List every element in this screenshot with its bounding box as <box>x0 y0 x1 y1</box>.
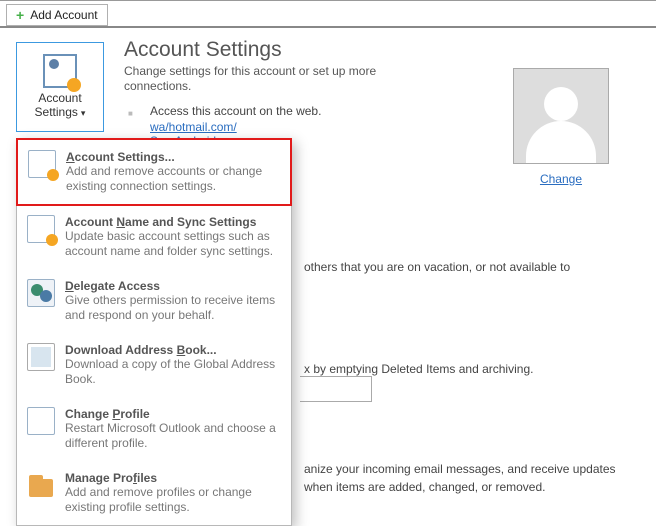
delegate-access-icon <box>27 279 55 307</box>
change-avatar-link[interactable]: Change <box>540 172 582 186</box>
menu-item-title: Manage Profiles <box>65 471 281 485</box>
menu-item-title: Download Address Book... <box>65 343 281 357</box>
section-subtitle: Change settings for this account or set … <box>124 64 424 94</box>
menu-manage-profiles[interactable]: Manage Profiles Add and remove profiles … <box>17 461 291 525</box>
menu-account-settings[interactable]: Account Settings... Add and remove accou… <box>16 138 292 206</box>
account-settings-dropdown: Account Settings... Add and remove accou… <box>16 138 292 526</box>
mailbox-size-box-fragment <box>300 376 372 402</box>
account-avatar <box>513 68 609 164</box>
address-book-icon <box>27 343 55 371</box>
menu-account-name-sync[interactable]: Account Name and Sync Settings Update ba… <box>17 205 291 269</box>
person-silhouette-icon <box>526 83 596 163</box>
plus-icon: + <box>16 7 24 23</box>
menu-item-title: Account Settings... <box>66 150 280 164</box>
menu-item-desc: Download a copy of the Global Address Bo… <box>65 357 281 387</box>
auto-reply-fragment: others that you are on vacation, or not … <box>304 258 570 276</box>
rules-fragment: anize your incoming email messages, and … <box>304 460 644 496</box>
menu-item-desc: Give others permission to receive items … <box>65 293 281 323</box>
add-account-label: Add Account <box>30 8 97 22</box>
menu-change-profile[interactable]: Change Profile Restart Microsoft Outlook… <box>17 397 291 461</box>
menu-item-desc: Update basic account settings such as ac… <box>65 229 281 259</box>
change-profile-icon <box>27 407 55 435</box>
hotmail-link[interactable]: wa/hotmail.com/ <box>150 120 237 134</box>
menu-download-address-book[interactable]: Download Address Book... Download a copy… <box>17 333 291 397</box>
add-account-button[interactable]: + Add Account <box>6 4 108 26</box>
menu-item-desc: Add and remove profiles or change existi… <box>65 485 281 515</box>
menu-item-desc: Restart Microsoft Outlook and choose a d… <box>65 421 281 451</box>
chevron-down-icon: ▾ <box>81 108 86 118</box>
section-title: Account Settings <box>124 38 656 62</box>
manage-profiles-icon <box>27 471 55 499</box>
menu-item-title: Account Name and Sync Settings <box>65 215 281 229</box>
menu-item-title: Change Profile <box>65 407 281 421</box>
tile-label: Account Settings▾ <box>35 91 86 120</box>
menu-delegate-access[interactable]: Delegate Access Give others permission t… <box>17 269 291 333</box>
menu-item-desc: Add and remove accounts or change existi… <box>66 164 280 194</box>
account-settings-tile[interactable]: Account Settings▾ <box>16 42 104 132</box>
account-sync-icon <box>27 215 55 243</box>
account-settings-icon <box>43 54 77 88</box>
account-settings-icon <box>28 150 56 178</box>
menu-item-title: Delegate Access <box>65 279 281 293</box>
